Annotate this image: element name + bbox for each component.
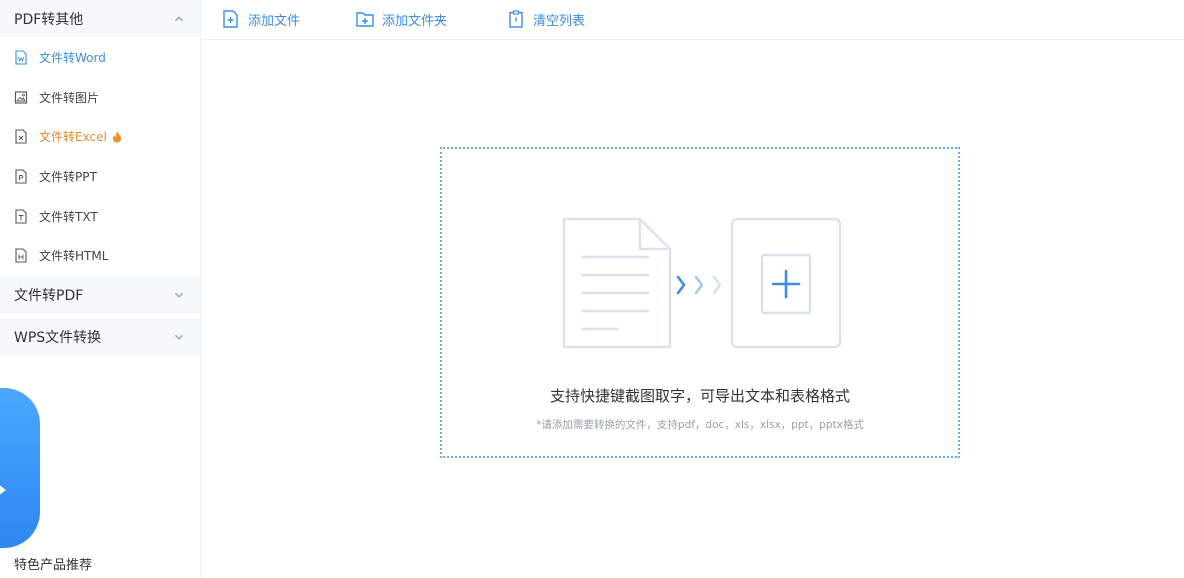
add-folder-label: 添加文件夹: [382, 13, 448, 29]
arrow-right-icons: [676, 275, 722, 295]
clipboard-icon: [506, 9, 526, 29]
promo-banner[interactable]: [0, 388, 40, 548]
fire-icon: [112, 131, 122, 143]
sidebar-item-to-image[interactable]: 文件转图片: [0, 78, 200, 118]
chevron-up-icon: [174, 14, 184, 24]
chevron-down-icon: [174, 290, 184, 300]
convert-illustration: [562, 217, 842, 349]
file-drop-zone[interactable]: 支持快捷键截图取字，可导出文本和表格格式 *请添加需要转换的文件，支持pdf，d…: [440, 147, 960, 458]
sidebar-item-to-ppt[interactable]: 文件转PPT: [0, 157, 200, 197]
group-title: PDF转其他: [14, 11, 84, 28]
document-icon: [562, 217, 672, 349]
sidebar-item-label: 文件转PPT: [39, 170, 97, 185]
sidebar-item-label: 文件转Excel: [39, 130, 107, 145]
play-arrow-icon: [0, 484, 6, 496]
clear-list-button[interactable]: 清空列表: [506, 9, 585, 29]
promo-label[interactable]: 特色产品推荐: [14, 554, 92, 573]
sidebar-item-to-txt[interactable]: 文件转TXT: [0, 196, 200, 236]
sidebar: PDF转其他 文件转Word 文件转图片 文件转Excel 文件转PPT 文件转…: [0, 0, 201, 578]
excel-file-icon: [14, 129, 28, 145]
add-folder-button[interactable]: 添加文件夹: [355, 9, 447, 29]
add-file-label: 添加文件: [248, 13, 301, 29]
group-title: WPS文件转换: [14, 329, 102, 346]
sidebar-item-to-html[interactable]: 文件转HTML: [0, 236, 200, 276]
group-header-wps-convert[interactable]: WPS文件转换: [0, 313, 200, 356]
group-header-pdf-to-other[interactable]: PDF转其他: [0, 0, 200, 37]
sidebar-item-label: 文件转图片: [39, 90, 100, 105]
clear-list-label: 清空列表: [533, 13, 586, 29]
drop-zone-hint: *请添加需要转换的文件，支持pdf，doc，xls，xlsx，ppt，pptx格…: [536, 419, 864, 431]
add-folder-icon: [355, 9, 375, 29]
toolbar: 添加文件 添加文件夹 清空列表: [201, 0, 1184, 40]
ppt-file-icon: [14, 169, 28, 184]
add-file-icon: [221, 9, 241, 29]
group-title: 文件转PDF: [14, 287, 84, 304]
sidebar-item-to-word[interactable]: 文件转Word: [0, 38, 200, 78]
image-file-icon: [14, 90, 28, 105]
chevron-down-icon: [174, 332, 184, 342]
group-header-file-to-pdf[interactable]: 文件转PDF: [0, 275, 200, 314]
drop-zone-title: 支持快捷键截图取字，可导出文本和表格格式: [549, 387, 850, 405]
html-file-icon: [14, 248, 28, 263]
group-items-pdf-to-other: 文件转Word 文件转图片 文件转Excel 文件转PPT 文件转TXT 文件转…: [0, 37, 200, 276]
txt-file-icon: [14, 209, 28, 224]
word-file-icon: [14, 50, 28, 65]
add-file-button[interactable]: 添加文件: [221, 9, 300, 29]
sidebar-item-label: 文件转TXT: [39, 209, 98, 224]
sidebar-item-to-excel[interactable]: 文件转Excel: [0, 117, 200, 157]
sidebar-item-label: 文件转HTML: [39, 249, 109, 264]
sidebar-item-label: 文件转Word: [39, 51, 106, 66]
add-target-icon: [730, 217, 842, 349]
